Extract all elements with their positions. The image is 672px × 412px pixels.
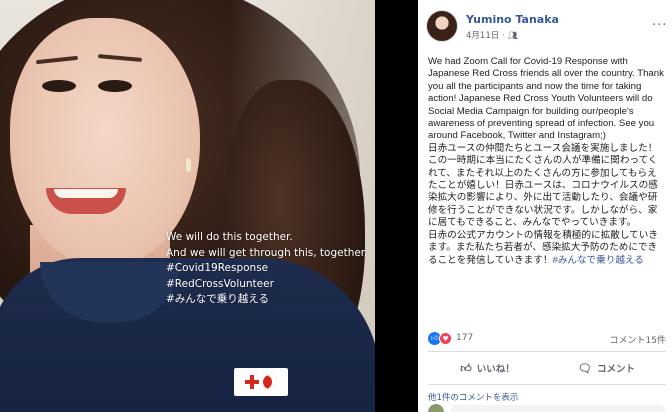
red-crescent-icon [263, 375, 277, 389]
like-button[interactable]: 👍︎ いいね！ [428, 355, 547, 381]
photo-caption-line: #RedCrossVolunteer [166, 277, 274, 290]
photo-eye-left [42, 80, 76, 92]
thumbs-up-icon: 👍︎ [460, 361, 472, 375]
reaction-count[interactable]: 177 [456, 333, 473, 343]
avatar[interactable] [426, 10, 458, 42]
photo-brow-left [35, 55, 79, 65]
comment-button[interactable]: 🗨︎ コメント [547, 355, 666, 381]
author-name[interactable]: Yumino Tanaka [466, 13, 559, 26]
photo-earring [186, 158, 191, 172]
friends-privacy-icon[interactable]: 👥︎ [508, 31, 518, 40]
photo-caption: We will do this together. And we will ge… [166, 230, 368, 308]
commenter-avatar[interactable] [428, 404, 444, 412]
post-header: Yumino Tanaka 4月11日 · 👥︎ ··· [426, 10, 666, 44]
view-previous-comments-link[interactable]: 他1件のコメントを表示 [428, 391, 518, 403]
post-date[interactable]: 4月11日 [466, 29, 499, 41]
post-panel: Yumino Tanaka 4月11日 · 👥︎ ··· We had Zoom… [418, 0, 672, 412]
like-label: いいね！ [476, 364, 515, 375]
photo-eye-right [98, 80, 132, 92]
reactions-bar: 👍︎ ♥ 177 コメント15件 [428, 332, 666, 346]
red-cross-icon [245, 375, 259, 389]
post-meta: 4月11日 · 👥︎ [466, 29, 518, 42]
post-text-ja-1: 日赤ユースの仲間たちとユース会議を実施しました！この一時期に本当にたくさんの人が… [428, 142, 658, 229]
more-options-icon[interactable]: ··· [652, 18, 667, 33]
photo-caption-line: We will do this together. [166, 231, 293, 243]
photo-caption-line: And we will get through this, together. [166, 246, 368, 259]
photo-teeth [54, 189, 118, 198]
post-text-en: We had Zoom Call for Covid-19 Response w… [428, 56, 664, 142]
photo-brow-right [97, 54, 143, 62]
love-reaction-icon[interactable]: ♥ [439, 332, 452, 345]
comment-count[interactable]: コメント15件 [610, 333, 666, 346]
photo-caption-line: #Covid19Response [166, 262, 269, 274]
comment-bubble[interactable] [450, 405, 666, 412]
speech-bubble-icon: 🗨︎ [578, 361, 592, 375]
post-photo[interactable]: We will do this together. And we will ge… [0, 0, 375, 412]
comment-row [428, 404, 666, 412]
post-actions: 👍︎ いいね！ 🗨︎ コメント [428, 355, 666, 381]
photo-caption-line: #みんなで乗り越える [166, 293, 269, 305]
separator-dot: · [502, 30, 505, 40]
comment-label: コメント [596, 364, 635, 375]
red-cross-logo-icon [234, 368, 288, 396]
post-text-ja-2: 日赤の公式アカウントの情報を積極的に拡散していきます。また私たち若者が、感染拡大… [428, 230, 666, 267]
divider [428, 351, 666, 352]
hashtag-link[interactable]: #みんなで乗り越える [552, 255, 643, 266]
divider [428, 384, 666, 385]
post-body: We had Zoom Call for Covid-19 Response w… [428, 56, 666, 267]
